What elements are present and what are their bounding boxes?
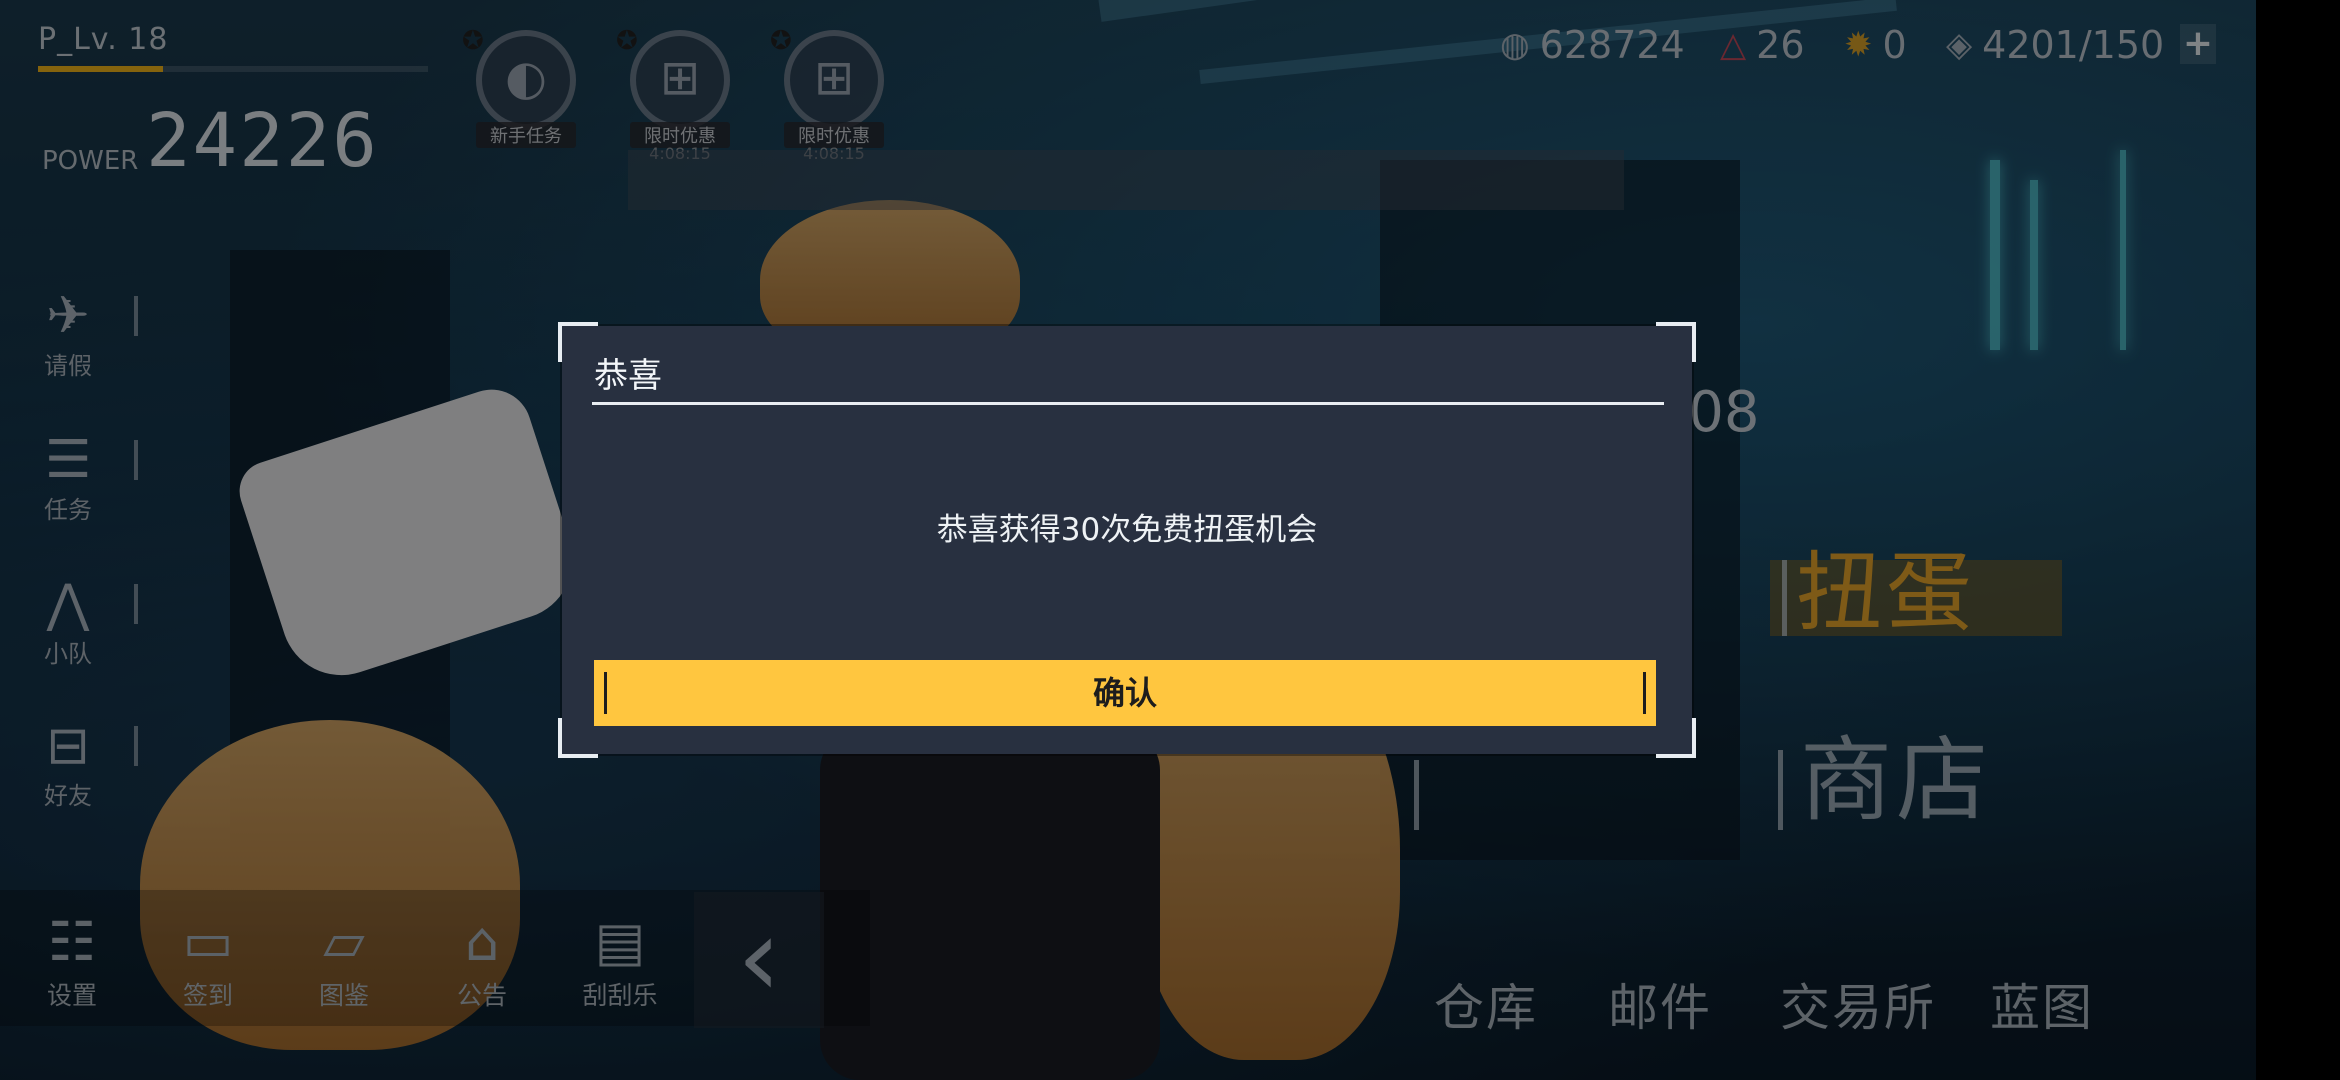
corner-bracket bbox=[558, 718, 598, 758]
reward-dialog: 恭喜 恭喜获得30次免费扭蛋机会 确认 bbox=[558, 322, 1696, 758]
confirm-button[interactable]: 确认 bbox=[594, 660, 1656, 726]
title-divider bbox=[592, 402, 1664, 405]
corner-bracket bbox=[1656, 322, 1696, 362]
dialog-message: 恭喜获得30次免费扭蛋机会 bbox=[936, 512, 1318, 548]
confirm-label: 确认 bbox=[1092, 674, 1157, 712]
button-edge-mark bbox=[604, 672, 607, 714]
button-edge-mark bbox=[1643, 672, 1646, 714]
corner-bracket bbox=[558, 322, 598, 362]
dialog-title: 恭喜 bbox=[594, 356, 662, 396]
corner-bracket bbox=[1656, 718, 1696, 758]
